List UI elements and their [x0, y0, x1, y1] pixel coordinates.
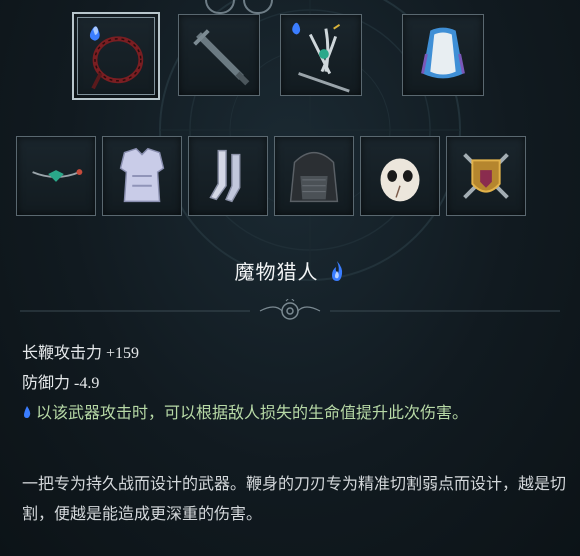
passive-effect: 以该武器攻击时，可以根据敌人损失的生命值提升此次伤害。 [22, 399, 562, 427]
boots-icon [209, 149, 241, 203]
crossed-swords-shield-icon [463, 153, 509, 199]
blue-flame-rarity-icon [331, 261, 342, 281]
stat-whip-attack: 长鞭攻击力 +159 [22, 345, 140, 362]
stat-defense: 防御力 -4.9 [22, 375, 100, 392]
blue-drop-icon [24, 406, 31, 418]
equipment-slot-armor[interactable] [102, 136, 182, 216]
section-divider [20, 299, 560, 320]
sword-icon [193, 29, 250, 86]
item-title-row: 魔物猎人 [0, 256, 580, 285]
equipment-slot-emblem[interactable] [446, 136, 526, 216]
ornate-spear-icon [292, 22, 350, 93]
ring-decoration-right [243, 0, 273, 14]
cape-icon [421, 27, 465, 79]
mask-icon [380, 158, 420, 202]
equipment-slot-hood[interactable] [274, 136, 354, 216]
item-description: 一把专为持久战而设计的武器。鞭身的刀刃专为精准切割弱点而设计，越是切割，便越是能… [22, 474, 567, 523]
equipment-slot-weapon-whip[interactable] [72, 12, 160, 100]
item-title: 魔物猎人 [234, 260, 319, 284]
armor-icon [119, 147, 165, 203]
equipment-slot-sword[interactable] [178, 14, 260, 96]
equipment-slot-cape[interactable] [402, 14, 484, 96]
equipment-slot-spear[interactable] [280, 14, 362, 96]
equipment-slot-necklace[interactable] [16, 136, 96, 216]
necklace-icon [32, 169, 83, 182]
equipment-slot-mask[interactable] [360, 136, 440, 216]
thorn-whip-icon [89, 26, 144, 90]
equipment-slot-boots[interactable] [188, 136, 268, 216]
hood-icon [289, 151, 339, 203]
passive-effect-text: 以该武器攻击时，可以根据敌人损失的生命值提升此次伤害。 [36, 403, 469, 422]
ring-decoration-left [205, 0, 235, 14]
